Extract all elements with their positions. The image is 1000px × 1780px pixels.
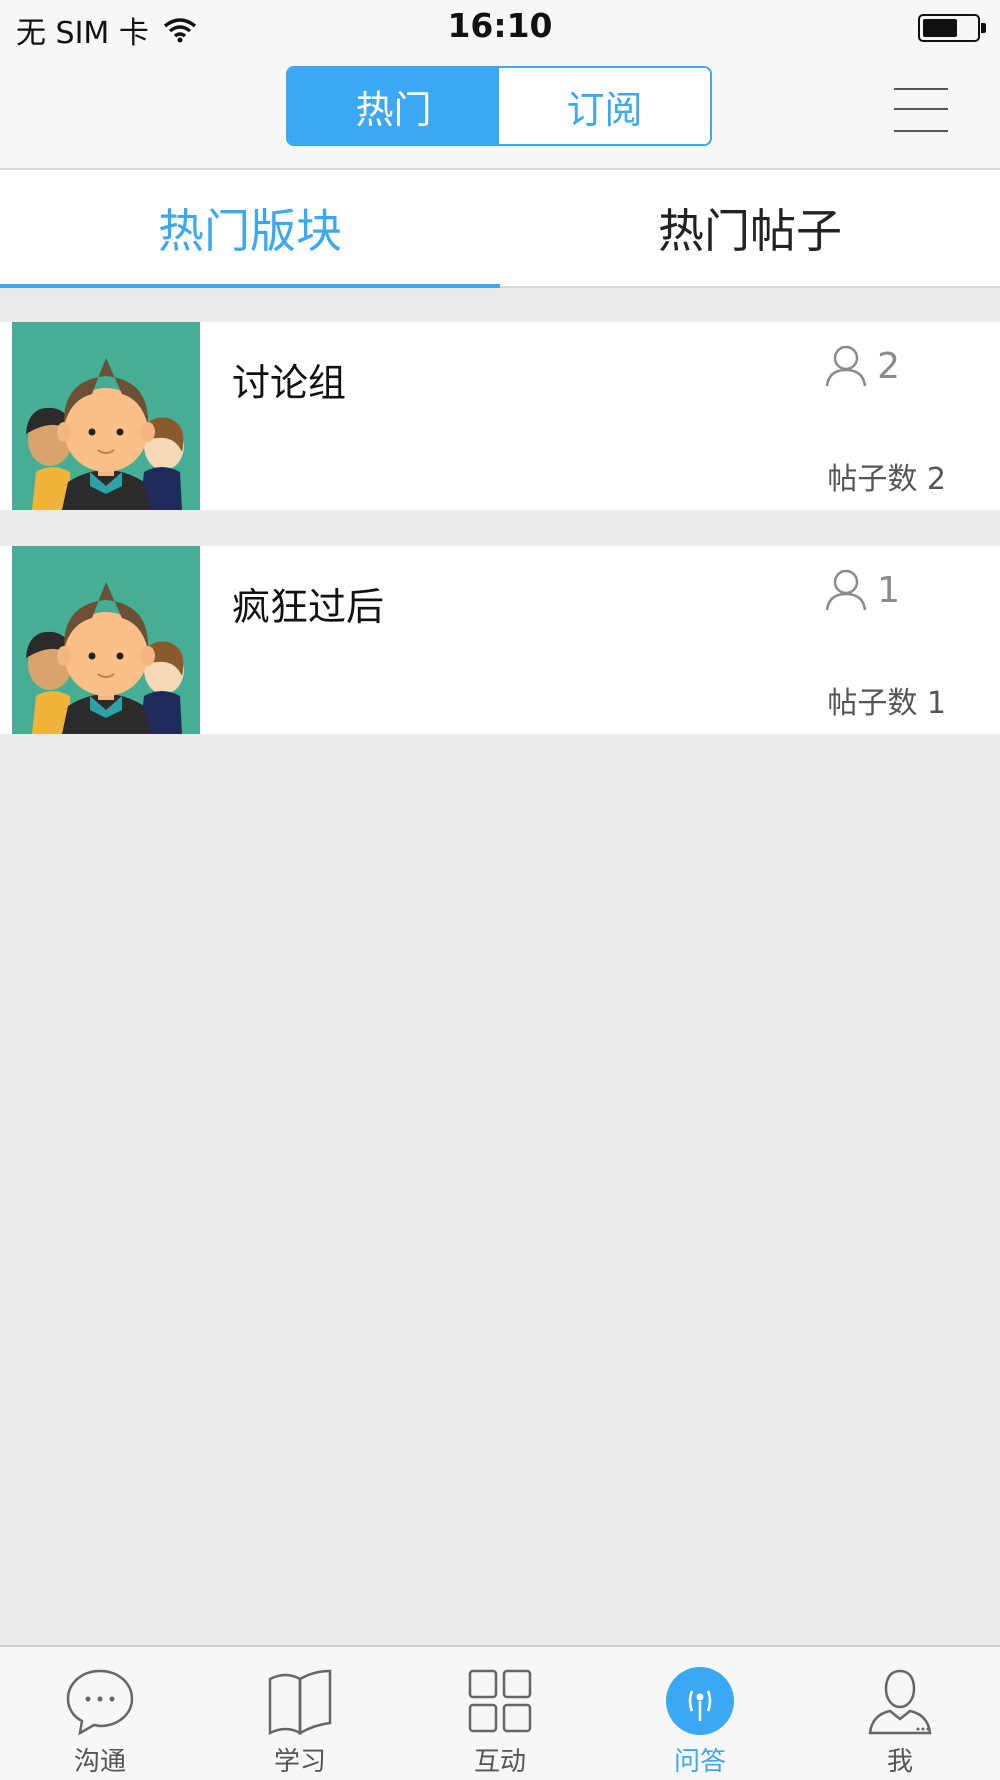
- segmented-control: 热门 订阅: [286, 66, 712, 146]
- person-icon: [825, 569, 867, 611]
- member-count: 1: [825, 568, 900, 612]
- board-list: 讨论组 2 帖子数 2 疯狂过后 1 帖子数 1: [0, 322, 1000, 770]
- post-count: 帖子数 1: [827, 686, 946, 721]
- qa-icon: [666, 1667, 734, 1735]
- board-name: 讨论组: [232, 361, 347, 405]
- chat-bubble-icon: [66, 1669, 134, 1736]
- group-avatar: [12, 546, 200, 734]
- tab-qa[interactable]: 问答: [600, 1647, 800, 1780]
- menu-icon[interactable]: [894, 88, 948, 134]
- top-bar: 无 SIM 卡 16:10 热门 订阅: [0, 0, 1000, 170]
- tab-hot-posts[interactable]: 热门帖子: [500, 170, 1000, 286]
- post-count: 帖子数 2: [827, 462, 946, 497]
- tab-me[interactable]: 我: [800, 1647, 1000, 1780]
- book-icon: [268, 1669, 332, 1736]
- group-avatar: [12, 322, 200, 510]
- list-item[interactable]: 疯狂过后 1 帖子数 1: [0, 546, 1000, 734]
- member-count: 2: [825, 344, 900, 388]
- tab-chat[interactable]: 沟通: [0, 1647, 200, 1780]
- board-name: 疯狂过后: [232, 585, 385, 629]
- list-item[interactable]: 讨论组 2 帖子数 2: [0, 322, 1000, 510]
- segment-hot[interactable]: 热门: [288, 68, 499, 144]
- tab-hot-boards[interactable]: 热门版块: [0, 170, 500, 288]
- status-time: 16:10: [447, 6, 553, 45]
- battery-icon: [918, 14, 986, 42]
- person-icon: [868, 1669, 932, 1735]
- grid-icon: [468, 1669, 532, 1733]
- bottom-tab-bar: 沟通 学习 互动 问答 我: [0, 1645, 1000, 1780]
- tab-interact[interactable]: 互动: [400, 1647, 600, 1780]
- segment-subscribe[interactable]: 订阅: [499, 68, 710, 144]
- sub-tabs: 热门版块 热门帖子: [0, 170, 1000, 288]
- tab-study[interactable]: 学习: [200, 1647, 400, 1780]
- person-icon: [825, 345, 867, 387]
